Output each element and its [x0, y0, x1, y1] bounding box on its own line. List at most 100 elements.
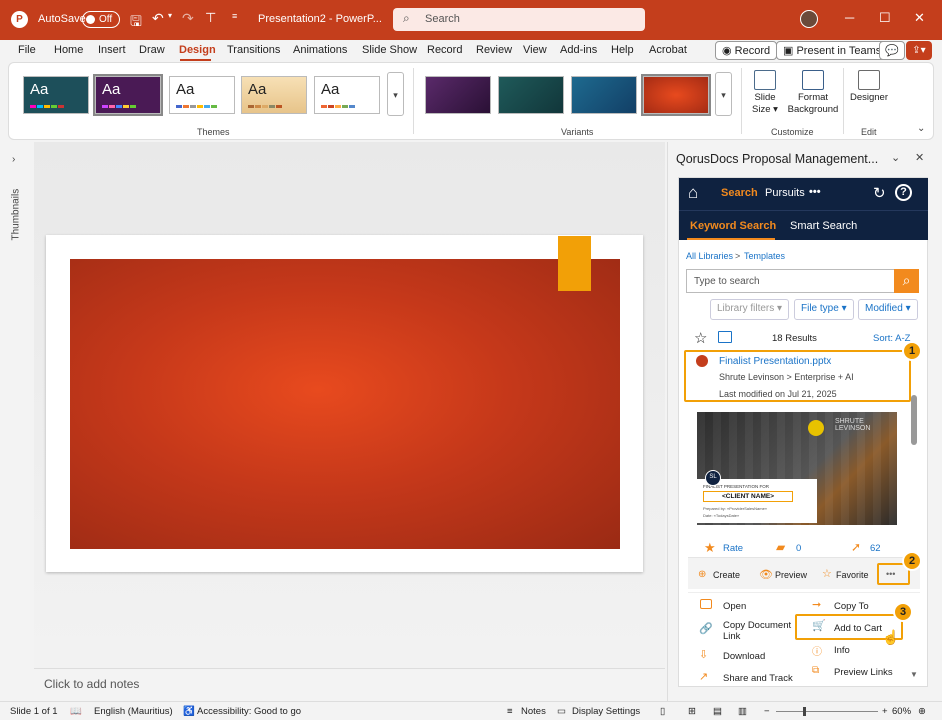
tab-acrobat[interactable]: Acrobat	[649, 44, 687, 56]
keyword-search-tab[interactable]: Keyword Search	[690, 220, 776, 232]
result-preview-image[interactable]: SHRUTE LEVINSON FINALIST PRESENTATION FO…	[697, 412, 897, 525]
favorite-button[interactable]: Favorite	[836, 570, 869, 580]
library-filters-dropdown[interactable]: Library filters ▾	[710, 299, 790, 320]
file-type-dropdown[interactable]: File type ▾	[794, 299, 854, 320]
panel-options-icon[interactable]: ⌄	[891, 151, 900, 164]
rate-star-icon[interactable]: ★	[704, 540, 716, 556]
tab-design[interactable]: Design	[179, 44, 216, 56]
share-button[interactable]: ⇪▾	[906, 41, 932, 60]
theme-thumb-5[interactable]: Aa	[314, 76, 380, 114]
spelling-icon[interactable]: 📖	[70, 706, 82, 717]
rate-label[interactable]: Rate	[723, 543, 743, 554]
variant-thumb-1[interactable]	[425, 76, 491, 114]
nav-search[interactable]: Search	[721, 187, 758, 199]
tab-insert[interactable]: Insert	[98, 44, 126, 56]
zoom-in-button[interactable]: +	[882, 706, 888, 717]
tab-record[interactable]: Record	[427, 44, 462, 56]
menu-share-and-track[interactable]: Share and Track	[723, 673, 793, 684]
theme-thumb-4[interactable]: Aa	[241, 76, 307, 114]
panel-search-button[interactable]: ⌕	[894, 269, 919, 293]
callout-box-1	[684, 350, 911, 402]
nav-pursuits[interactable]: Pursuits	[765, 187, 805, 199]
redo-icon[interactable]: ↷	[182, 10, 194, 27]
menu-copy-document-link[interactable]: Copy Document Link	[723, 620, 793, 642]
breadcrumb-templates[interactable]: Templates	[744, 251, 785, 261]
view-toggle-icon[interactable]	[718, 331, 732, 343]
normal-view-icon[interactable]: ▯	[660, 706, 665, 717]
user-avatar[interactable]	[800, 10, 818, 28]
variant-thumb-3[interactable]	[571, 76, 637, 114]
theme-thumb-1[interactable]: Aa	[23, 76, 89, 114]
breadcrumb-all-libraries[interactable]: All Libraries	[686, 251, 733, 261]
tab-file[interactable]: File	[18, 44, 36, 56]
slideshow-view-icon[interactable]: ▥	[738, 706, 747, 717]
theme-thumb-3[interactable]: Aa	[169, 76, 235, 114]
tab-review[interactable]: Review	[476, 44, 512, 56]
fit-to-window-icon[interactable]: ⊕	[918, 706, 926, 717]
menu-info[interactable]: Info	[834, 645, 850, 656]
menu-open[interactable]: Open	[723, 601, 746, 612]
slide-sorter-icon[interactable]: ⊞	[688, 706, 696, 717]
tab-transitions[interactable]: Transitions	[227, 44, 280, 56]
undo-icon[interactable]: ↶	[152, 10, 164, 27]
notes-pane[interactable]: Click to add notes	[34, 668, 665, 700]
customize-qat-icon[interactable]: ≡	[232, 11, 237, 21]
modified-dropdown[interactable]: Modified ▾	[858, 299, 918, 320]
record-button[interactable]: ◉ Record	[715, 41, 778, 60]
accessibility-status[interactable]: Accessibility: Good to go	[197, 706, 301, 717]
panel-search-input[interactable]: Type to search	[686, 269, 895, 293]
smart-search-tab[interactable]: Smart Search	[790, 220, 857, 232]
panel-close-icon[interactable]: ✕	[915, 151, 924, 164]
tab-view[interactable]: View	[523, 44, 547, 56]
designer-button[interactable]: Designer	[847, 70, 891, 104]
collapse-ribbon-icon[interactable]: ⌄	[917, 123, 925, 134]
expand-thumbnails-icon[interactable]: ›	[12, 154, 15, 165]
present-in-teams-button[interactable]: ▣ Present in Teams	[776, 41, 889, 60]
comments-icon[interactable]: ▰	[776, 540, 785, 554]
tab-help[interactable]: Help	[611, 44, 634, 56]
help-icon[interactable]: ?	[895, 184, 912, 201]
variant-thumb-2[interactable]	[498, 76, 564, 114]
zoom-out-button[interactable]: −	[764, 706, 770, 717]
tab-animations[interactable]: Animations	[293, 44, 347, 56]
refresh-icon[interactable]: ↻	[873, 184, 886, 202]
variant-thumb-4[interactable]	[641, 74, 711, 116]
themes-more-button[interactable]: ▾	[387, 72, 404, 116]
nav-more[interactable]: •••	[809, 186, 821, 198]
slide-size-button[interactable]: Slide Size ▾	[747, 70, 783, 116]
autosave-toggle[interactable]: Off	[82, 11, 120, 28]
tab-draw[interactable]: Draw	[139, 44, 165, 56]
undo-dropdown-icon[interactable]: ▾	[168, 11, 172, 20]
tab-slide-show[interactable]: Slide Show	[362, 44, 417, 56]
zoom-level[interactable]: 60%	[892, 706, 911, 717]
reading-view-icon[interactable]: ▤	[713, 706, 722, 717]
zoom-slider-thumb[interactable]	[803, 707, 807, 716]
display-settings-button[interactable]: Display Settings	[572, 706, 640, 717]
comments-button[interactable]: 💬	[879, 41, 905, 60]
variants-more-button[interactable]: ▾	[715, 72, 732, 116]
title-search-box[interactable]: ⌕ Search	[393, 8, 645, 31]
scroll-down-icon[interactable]: ▼	[910, 670, 918, 679]
preview-button[interactable]: Preview	[775, 570, 807, 580]
maximize-icon[interactable]: ☐	[879, 10, 891, 26]
theme-thumb-2[interactable]: Aa	[93, 74, 163, 116]
create-button[interactable]: Create	[713, 570, 740, 580]
tab-add-ins[interactable]: Add-ins	[560, 44, 597, 56]
close-icon[interactable]: ✕	[914, 10, 925, 26]
favorite-star-icon[interactable]: ☆	[694, 329, 707, 347]
menu-copy-to[interactable]: Copy To	[834, 601, 869, 612]
present-from-start-icon[interactable]: ⊤	[205, 10, 216, 26]
minimize-icon[interactable]: ─	[845, 10, 854, 25]
thumbnails-label[interactable]: Thumbnails	[11, 181, 22, 241]
menu-preview-links[interactable]: Preview Links	[834, 667, 893, 678]
format-background-icon	[802, 70, 824, 90]
panel-scrollbar[interactable]	[911, 395, 917, 445]
format-background-button[interactable]: Format Background	[783, 70, 843, 116]
tab-home[interactable]: Home	[54, 44, 83, 56]
notes-button[interactable]: Notes	[521, 706, 546, 717]
home-icon[interactable]: ⌂	[688, 183, 698, 203]
save-icon[interactable]: 🖫	[130, 11, 142, 35]
language-indicator[interactable]: English (Mauritius)	[94, 706, 173, 717]
zoom-slider-track[interactable]	[776, 711, 878, 712]
menu-download[interactable]: Download	[723, 651, 765, 662]
